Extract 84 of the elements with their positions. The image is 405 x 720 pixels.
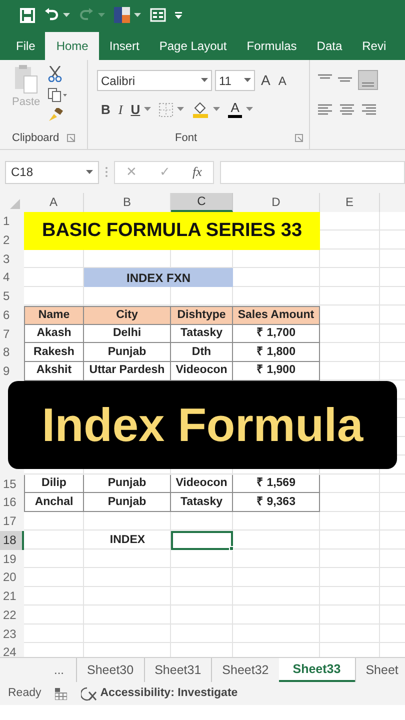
- header-cell: Sales Amount: [233, 306, 320, 325]
- ribbon-tab[interactable]: File: [6, 32, 46, 60]
- accessibility-button[interactable]: Accessibility: Investigate: [81, 684, 238, 702]
- cell-text: INDEX: [108, 532, 146, 548]
- caret-icon[interactable]: [144, 107, 152, 112]
- align-bottom-icon[interactable]: [358, 70, 378, 90]
- copy-icon[interactable]: [48, 88, 68, 102]
- font-size-dropdown[interactable]: 11: [215, 70, 255, 91]
- shrink-font-button[interactable]: A: [276, 72, 288, 90]
- ribbon-tab[interactable]: Page Layout: [149, 32, 237, 60]
- table-cell: Rakesh: [24, 343, 84, 362]
- table-cell: Videocon: [171, 362, 233, 381]
- format-painter-icon[interactable]: [48, 108, 64, 122]
- active-cell[interactable]: [171, 530, 233, 550]
- caret-icon[interactable]: [63, 12, 70, 18]
- font-name-dropdown[interactable]: Calibri: [97, 70, 212, 91]
- table-cell: Punjab: [84, 493, 171, 512]
- table-cell: Akshit: [24, 362, 84, 381]
- table-cell: Akash: [24, 324, 84, 344]
- ribbon-tab[interactable]: Revi: [352, 32, 396, 60]
- borders-icon[interactable]: [159, 102, 174, 117]
- align-center-icon[interactable]: [340, 104, 354, 116]
- caption-banner: Index Formula: [8, 381, 397, 469]
- caret-icon[interactable]: [177, 107, 184, 112]
- caret-icon[interactable]: [213, 107, 220, 112]
- header-cell: Dishtype: [171, 306, 233, 325]
- align-left-icon[interactable]: [318, 104, 332, 116]
- table-cell: ₹ 1,800: [233, 343, 320, 362]
- status-text: Ready: [8, 686, 42, 701]
- align-right-icon[interactable]: [362, 104, 376, 116]
- table-cell: Punjab: [84, 474, 171, 494]
- grow-font-button[interactable]: A: [258, 70, 274, 91]
- font-color-button[interactable]: A: [228, 101, 242, 118]
- bold-button[interactable]: B: [101, 100, 110, 120]
- formula-input[interactable]: [220, 160, 405, 184]
- caret-icon: [86, 170, 93, 174]
- table-cell: Dth: [171, 343, 233, 362]
- ribbon-tab[interactable]: Data: [306, 32, 352, 60]
- accessibility-icon: [81, 686, 98, 700]
- fill-color-icon[interactable]: [192, 101, 210, 118]
- ribbon-tab[interactable]: Insert: [99, 32, 150, 60]
- row-header[interactable]: 18: [0, 530, 24, 550]
- form-icon[interactable]: [150, 8, 166, 22]
- caret-icon[interactable]: [246, 107, 254, 112]
- header-cell: Name: [24, 306, 84, 325]
- table-cell: ₹ 1,700: [233, 324, 320, 344]
- customize-caret-icon[interactable]: [175, 12, 182, 18]
- color-swatch-icon[interactable]: [114, 7, 130, 23]
- ribbon-tab[interactable]: Formulas: [236, 32, 307, 60]
- name-box[interactable]: C18: [5, 160, 99, 184]
- caret-icon[interactable]: [134, 12, 141, 18]
- table-cell: ₹ 1,569: [233, 474, 320, 494]
- group-label: Font: [175, 130, 198, 146]
- table-cell: Tatasky: [171, 324, 233, 344]
- cut-icon[interactable]: [48, 66, 62, 82]
- table-cell: Punjab: [84, 343, 171, 362]
- table-caption: INDEX FXN: [84, 268, 233, 287]
- insert-function-button[interactable]: fx: [192, 162, 202, 182]
- macro-icon[interactable]: [55, 688, 68, 700]
- table-cell: Dilip: [24, 474, 84, 494]
- dialog-launcher-icon[interactable]: [295, 134, 303, 142]
- table-cell: Videocon: [171, 474, 233, 494]
- dialog-launcher-icon[interactable]: [67, 134, 75, 142]
- table-cell: Tatasky: [171, 493, 233, 512]
- table-cell: Anchal: [24, 493, 84, 512]
- clipboard-icon: [13, 64, 40, 94]
- undo-icon[interactable]: [44, 8, 59, 22]
- group-label: Clipboard: [12, 130, 60, 146]
- grip-icon: [105, 166, 108, 178]
- table-cell: ₹ 1,900: [233, 362, 320, 381]
- caret-icon: [201, 78, 208, 83]
- sheet-title: BASIC FORMULA SERIES 33: [24, 212, 320, 250]
- table-cell: ₹ 9,363: [233, 493, 320, 512]
- caret-icon: [244, 78, 251, 83]
- header-cell: City: [84, 306, 171, 325]
- table-cell: Delhi: [84, 324, 171, 344]
- ribbon-tab[interactable]: Home: [45, 32, 100, 60]
- sheet-tab[interactable]: Sheet33: [278, 658, 355, 682]
- more-sheets-button[interactable]: ...: [42, 658, 76, 682]
- table-cell: Uttar Pardesh: [84, 362, 171, 381]
- underline-button[interactable]: U: [130, 100, 140, 120]
- column-header[interactable]: C: [171, 193, 233, 212]
- italic-button[interactable]: I: [118, 100, 123, 120]
- save-icon[interactable]: [20, 8, 35, 22]
